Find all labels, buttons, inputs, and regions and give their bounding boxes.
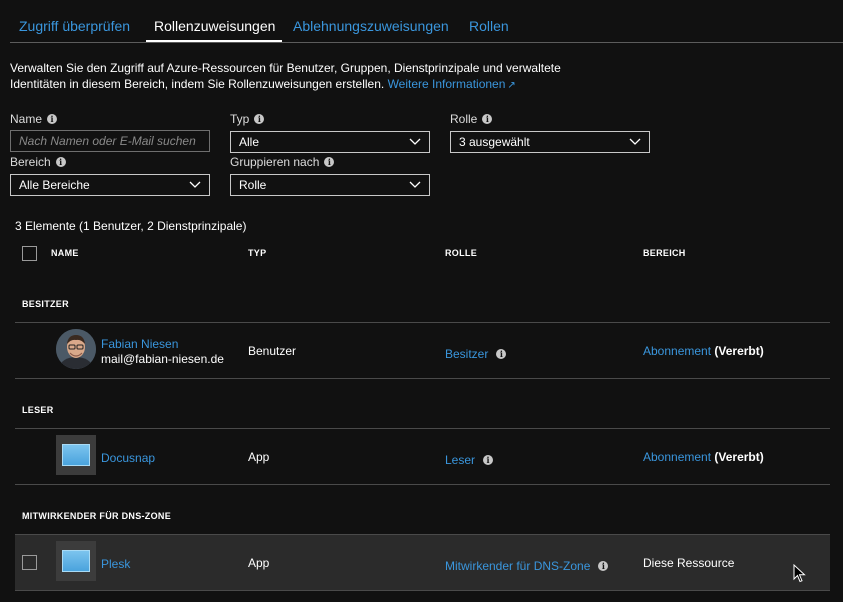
- info-icon[interactable]: i: [496, 349, 507, 359]
- tab-ablehnungszuweisungen[interactable]: Ablehnungszuweisungen: [293, 18, 449, 34]
- tab-rollen[interactable]: Rollen: [469, 18, 509, 34]
- scope-text: Diese Ressource: [643, 556, 735, 570]
- user-photo-icon: [56, 329, 96, 369]
- info-icon[interactable]: i: [324, 157, 335, 167]
- bereich-value: Alle Bereiche: [19, 178, 90, 192]
- table-row[interactable]: Fabian Niesen mail@fabian-niesen.de Benu…: [15, 323, 830, 378]
- rolle-dropdown[interactable]: 3 ausgewählt: [450, 131, 650, 153]
- user-name-link[interactable]: Fabian Niesen: [101, 337, 178, 351]
- tab-zugriff-pruefen[interactable]: Zugriff überprüfen: [19, 18, 130, 34]
- mouse-cursor-icon: [793, 564, 806, 583]
- table-row[interactable]: Plesk App Mitwirkender für DNS-Zone i Di…: [15, 535, 830, 590]
- select-all-checkbox[interactable]: [22, 246, 37, 261]
- group-header-leser: LESER: [22, 405, 54, 415]
- chevron-down-icon: [189, 181, 201, 188]
- bereich-dropdown[interactable]: Alle Bereiche: [10, 174, 210, 196]
- role-link[interactable]: Leser: [445, 453, 475, 467]
- typ-label-text: Typ: [230, 112, 250, 126]
- app-screen-icon: [62, 550, 90, 572]
- table-row[interactable]: Docusnap App Leser i Abonnement (Vererbt…: [15, 429, 830, 484]
- typ-value: Alle: [239, 135, 260, 149]
- gruppieren-filter-label: Gruppieren nach i: [230, 155, 335, 169]
- role-link[interactable]: Besitzer: [445, 347, 488, 361]
- rolle-value: 3 ausgewählt: [459, 135, 530, 149]
- row-typ: Benutzer: [248, 344, 297, 358]
- app-name-link[interactable]: Docusnap: [101, 451, 155, 465]
- name-filter-label: Name i: [10, 112, 58, 126]
- bereich-label-text: Bereich: [10, 155, 51, 169]
- info-icon[interactable]: i: [47, 114, 58, 124]
- group-header-besitzer: BESITZER: [22, 299, 69, 309]
- info-icon[interactable]: i: [482, 114, 493, 124]
- app-screen-icon: [62, 444, 90, 466]
- tab-bar: Zugriff überprüfen Rollenzuweisungen Abl…: [10, 8, 843, 43]
- info-icon[interactable]: i: [254, 114, 265, 124]
- row-checkbox[interactable]: [22, 555, 37, 570]
- rolle-filter-label: Rolle i: [450, 112, 493, 126]
- divider: [15, 378, 830, 379]
- row-typ: App: [248, 450, 270, 464]
- app-icon: [56, 541, 96, 581]
- chevron-down-icon: [629, 138, 641, 145]
- chevron-down-icon: [409, 181, 421, 188]
- scope-link[interactable]: Abonnement: [643, 450, 711, 464]
- gruppieren-dropdown[interactable]: Rolle: [230, 174, 430, 196]
- gruppieren-value: Rolle: [239, 178, 267, 192]
- column-header-typ[interactable]: TYP: [248, 248, 266, 258]
- info-icon[interactable]: i: [483, 455, 494, 465]
- bereich-filter-label: Bereich i: [10, 155, 66, 169]
- external-link-icon: ↗: [507, 80, 516, 91]
- row-typ: App: [248, 556, 270, 570]
- typ-dropdown[interactable]: Alle: [230, 131, 430, 153]
- user-avatar: [56, 329, 96, 369]
- row-bereich: Abonnement (Vererbt): [643, 450, 764, 464]
- typ-filter-label: Typ i: [230, 112, 265, 126]
- chevron-down-icon: [409, 138, 421, 145]
- app-name-link[interactable]: Plesk: [101, 557, 130, 571]
- name-label-text: Name: [10, 112, 43, 126]
- tab-rollenzuweisungen[interactable]: Rollenzuweisungen: [154, 18, 275, 34]
- role-link[interactable]: Mitwirkender für DNS-Zone: [445, 559, 590, 573]
- column-header-rolle[interactable]: ROLLE: [445, 248, 477, 258]
- info-icon[interactable]: i: [598, 561, 609, 571]
- active-tab-indicator: [146, 40, 282, 42]
- result-count: 3 Elemente (1 Benutzer, 2 Dienstprinzipa…: [15, 219, 247, 233]
- row-rolle: Leser i: [445, 453, 494, 467]
- scope-link[interactable]: Abonnement: [643, 344, 711, 358]
- user-email: mail@fabian-niesen.de: [101, 352, 224, 366]
- rolle-label-text: Rolle: [450, 112, 478, 126]
- page-description: Verwalten Sie den Zugriff auf Azure-Ress…: [10, 60, 570, 94]
- scope-suffix: (Vererbt): [714, 344, 764, 358]
- column-header-bereich[interactable]: BEREICH: [643, 248, 686, 258]
- row-bereich: Diese Ressource: [643, 556, 734, 570]
- name-search-input[interactable]: Nach Namen oder E-Mail suchen: [10, 130, 210, 152]
- app-icon: [56, 435, 96, 475]
- divider: [15, 484, 830, 485]
- column-header-name[interactable]: NAME: [51, 248, 79, 258]
- scope-suffix: (Vererbt): [714, 450, 764, 464]
- learn-more-link[interactable]: Weitere Informationen: [388, 77, 506, 91]
- row-bereich: Abonnement (Vererbt): [643, 344, 764, 358]
- row-rolle: Besitzer i: [445, 347, 507, 361]
- row-rolle: Mitwirkender für DNS-Zone i: [445, 559, 609, 573]
- divider: [15, 590, 830, 591]
- info-icon[interactable]: i: [55, 157, 66, 167]
- gruppieren-label-text: Gruppieren nach: [230, 155, 320, 169]
- group-header-dns-contributor: MITWIRKENDER FÜR DNS-ZONE: [22, 511, 171, 521]
